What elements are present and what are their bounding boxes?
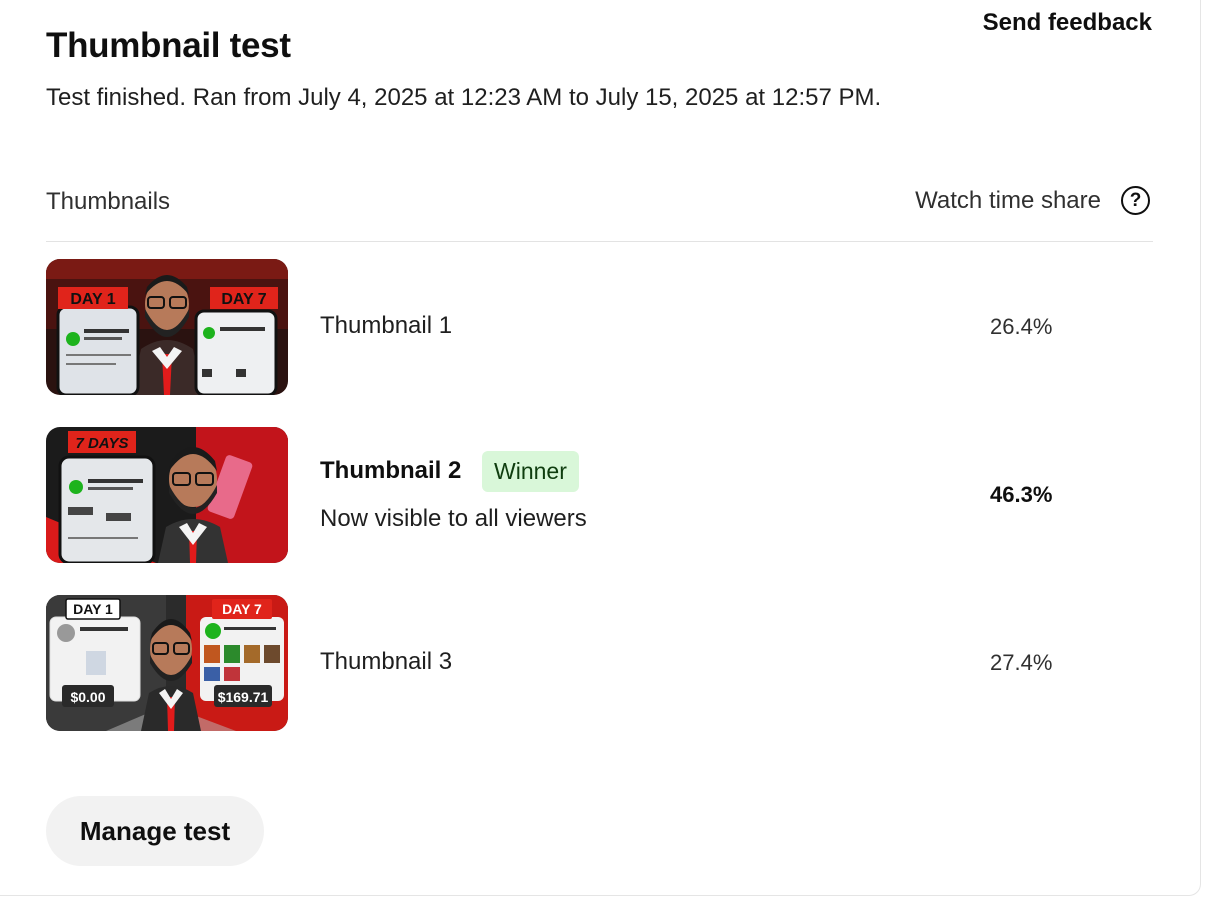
thumb-3-left-amount: $0.00: [70, 689, 105, 705]
watch-share-2: 46.3%: [990, 482, 1053, 507]
thumb-3-left-label: DAY 1: [73, 601, 113, 617]
thumbnail-image-1: DAY 1 DAY 7: [46, 259, 288, 395]
thumbnails-column-header: Thumbnails: [46, 188, 171, 215]
test-status-text: Test finished. Ran from July 4, 2025 at …: [46, 84, 882, 111]
thumbnail-image-3: $0.00 $169.71 DAY 1 DAY 7: [46, 595, 288, 731]
thumbnail-test-card: Thumbnail test Send feedback Test finish…: [0, 0, 1201, 896]
thumbnail-name-3: Thumbnail 3: [320, 648, 453, 675]
winner-badge: Winner: [482, 451, 579, 492]
thumbnail-name-1: Thumbnail 1: [320, 312, 453, 339]
thumbnail-row-3: $0.00 $169.71 DAY 1 DAY 7 Thumbnail 3 27…: [46, 595, 1153, 731]
thumb-3-right-amount: $169.71: [218, 689, 269, 705]
help-icon[interactable]: ?: [1121, 186, 1150, 215]
winner-note: Now visible to all viewers: [320, 505, 587, 532]
thumb-3-right-label: DAY 7: [222, 601, 262, 617]
thumb-1-right-label: DAY 7: [221, 291, 266, 308]
thumb-1-left-label: DAY 1: [70, 291, 115, 308]
header-divider: [46, 241, 1153, 242]
page-title: Thumbnail test: [46, 26, 291, 65]
send-feedback-link[interactable]: Send feedback: [983, 9, 1152, 37]
thumbnail-name-2: Thumbnail 2: [320, 457, 462, 484]
watch-share-3: 27.4%: [990, 650, 1053, 675]
thumbnail-row-2: 7 DAYS Thumbnail 2 Winner Now visible to…: [46, 427, 1153, 563]
thumb-2-label: 7 DAYS: [75, 435, 128, 452]
thumbnail-image-2: 7 DAYS: [46, 427, 288, 563]
watch-time-share-header: Watch time share ?: [915, 186, 1150, 215]
manage-test-button[interactable]: Manage test: [46, 796, 264, 866]
watch-share-1: 26.4%: [990, 314, 1053, 339]
thumbnail-row-1: DAY 1 DAY 7 Thumbnail 1 26.4%: [46, 259, 1153, 395]
watch-time-share-label: Watch time share: [915, 186, 1101, 214]
